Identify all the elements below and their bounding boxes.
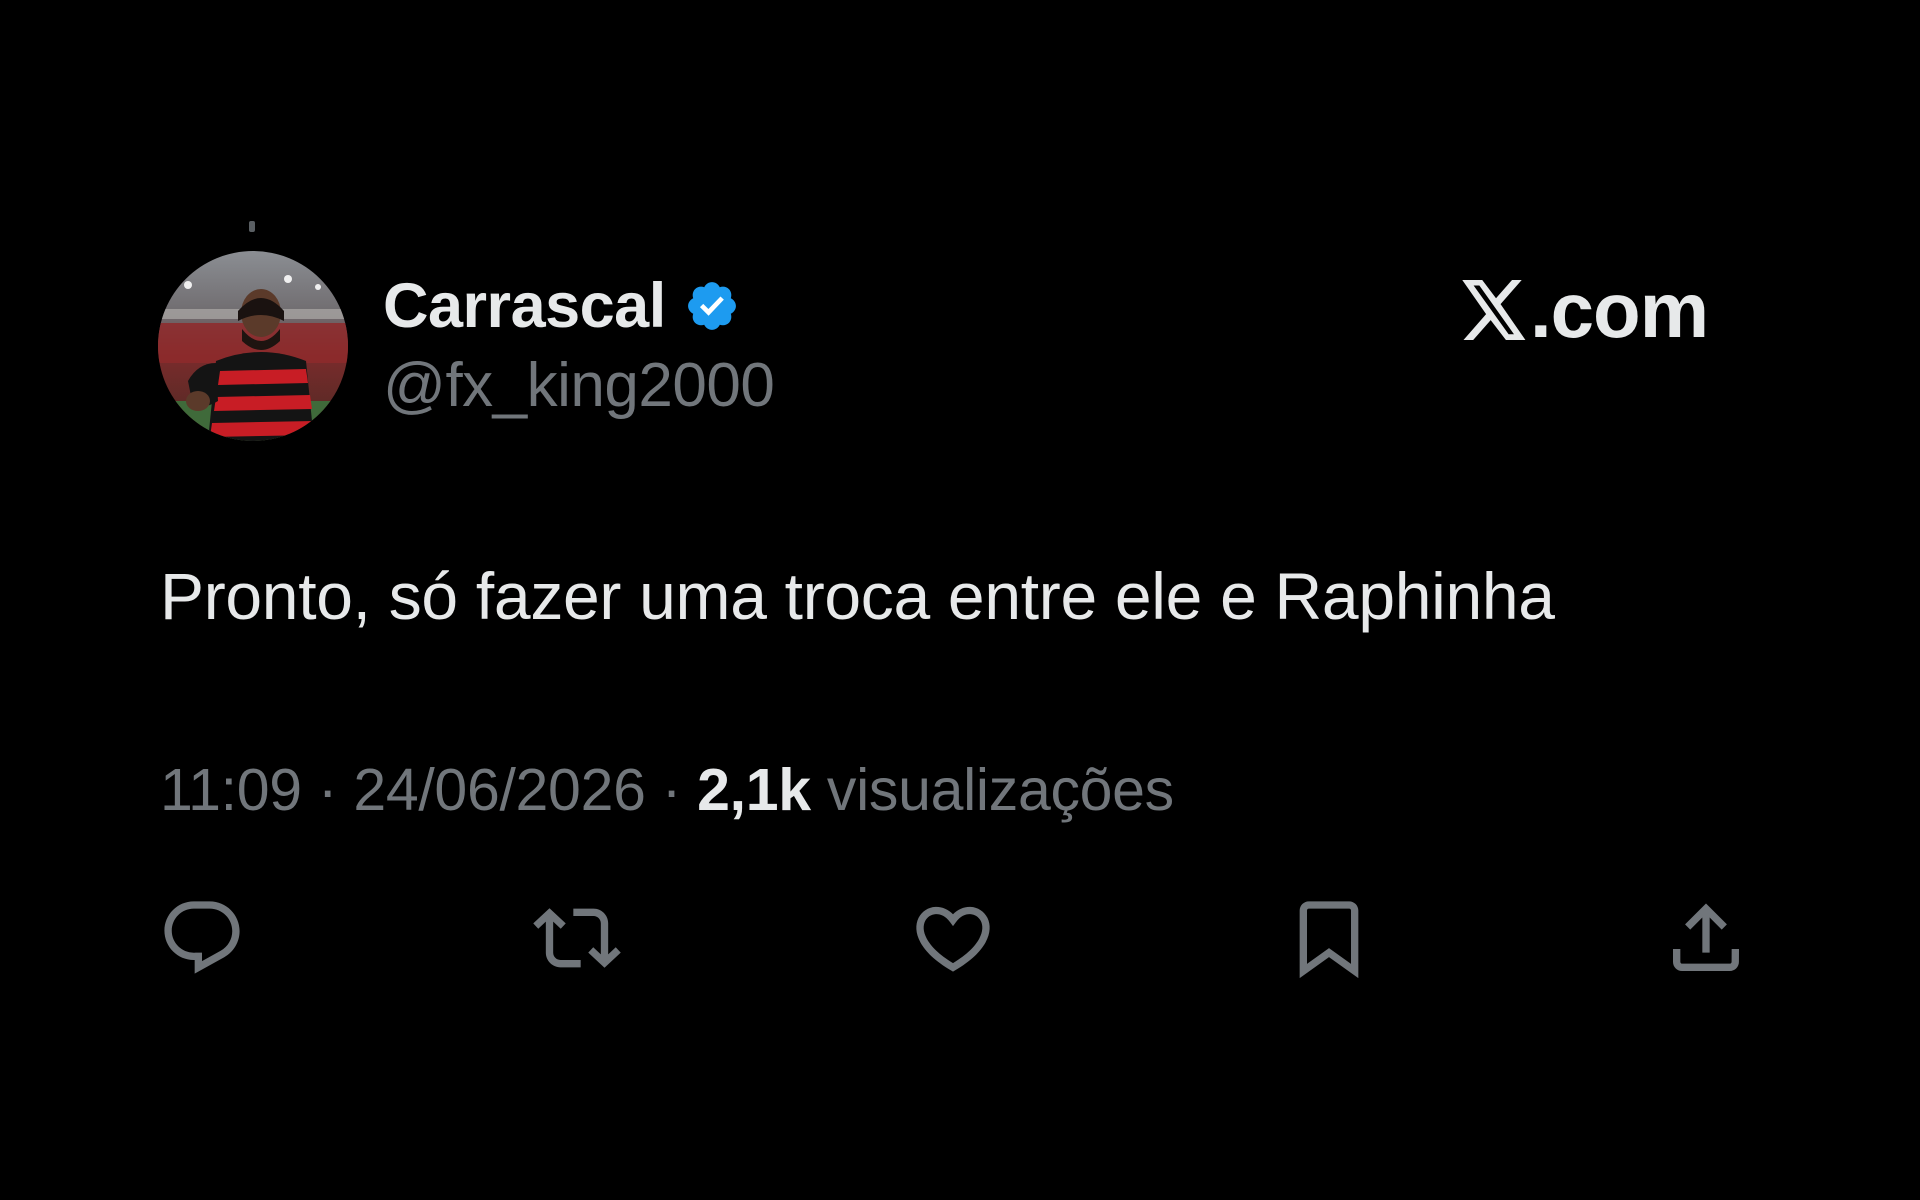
views-label: visualizações [810,757,1174,823]
bookmark-button[interactable] [1279,888,1379,988]
bookmark-icon [1299,901,1359,979]
action-bar [0,888,1920,988]
verified-badge-icon[interactable] [684,278,740,334]
reply-button[interactable] [152,888,252,988]
avatar[interactable] [158,251,348,441]
views-count: 2,1k [697,757,811,823]
share-icon [1673,903,1739,971]
display-name[interactable]: Carrascal [383,268,666,344]
decorative-dot [249,221,255,232]
name-row: Carrascal [383,268,774,344]
repost-icon [533,908,621,968]
brand-domain: .com [1530,266,1709,354]
x-logo-icon [1462,280,1526,340]
reply-icon [164,901,240,974]
avatar-photo [158,251,348,441]
author-block: Carrascal @fx_king2000 [383,268,775,424]
tweet-text: Pronto, só fazer uma troca entre ele e R… [160,559,1555,633]
meta-separator: · [645,757,698,823]
tweet-time[interactable]: 11:09 [160,757,302,823]
brand-watermark: .com [1462,266,1709,354]
meta-separator: · [301,757,354,823]
share-button[interactable] [1656,888,1756,988]
like-button[interactable] [903,888,1003,988]
tweet-meta: 11:09 · 24/06/2026 · 2,1k visualizações [160,752,1174,828]
tweet-date[interactable]: 24/06/2026 [353,757,646,823]
heart-icon [916,906,990,972]
repost-button[interactable] [527,888,627,988]
handle[interactable]: @fx_king2000 [383,348,775,424]
